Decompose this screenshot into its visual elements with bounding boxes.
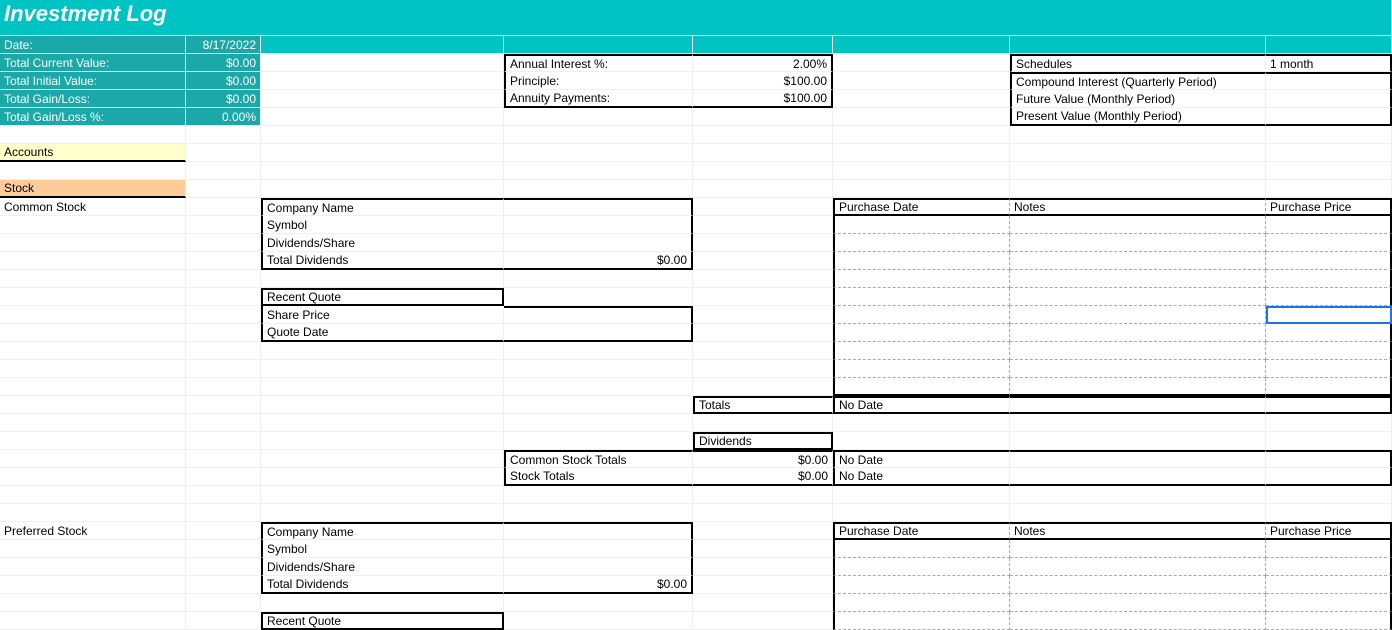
annual-interest-label: Annual Interest %: — [504, 54, 693, 72]
pref-totdiv-label: Total Dividends — [261, 576, 504, 594]
pref-notes-header: Notes — [1010, 522, 1266, 540]
preferred-stock-label[interactable]: Preferred Stock — [0, 522, 186, 540]
common-stock-label[interactable]: Common Stock — [0, 198, 186, 216]
pref-purchase-date-header: Purchase Date — [833, 522, 1010, 540]
summary-tgl-value[interactable]: $0.00 — [186, 90, 261, 108]
table-cell[interactable] — [833, 216, 1010, 234]
cs-no-date[interactable]: No Date — [833, 450, 1010, 468]
pref-recent-quote-header: Recent Quote — [261, 612, 504, 630]
principle-value[interactable]: $100.00 — [693, 72, 833, 90]
title: Investment Log — [0, 0, 1392, 36]
accounts-header[interactable]: Accounts — [0, 144, 186, 162]
symbol-value[interactable] — [504, 216, 693, 234]
totals-no-date[interactable]: No Date — [833, 396, 1010, 414]
total-dividends-label: Total Dividends — [261, 252, 504, 270]
company-name-value[interactable] — [504, 198, 693, 216]
pref-symbol-label: Symbol — [261, 540, 504, 558]
summary-tgl-label: Total Gain/Loss: — [0, 90, 186, 108]
purchase-price-header: Purchase Price — [1266, 198, 1392, 216]
stock-totals-value[interactable]: $0.00 — [693, 468, 833, 486]
selected-cell[interactable] — [1266, 306, 1392, 324]
totals-label: Totals — [693, 396, 833, 414]
summary-date-label: Date: — [0, 36, 186, 54]
company-name-label: Company Name — [261, 198, 504, 216]
spreadsheet-grid[interactable]: Investment Log Date: 8/17/2022 Total Cur… — [0, 0, 1392, 630]
purchase-date-header: Purchase Date — [833, 198, 1010, 216]
annual-interest-value[interactable]: 2.00% — [693, 54, 833, 72]
schedules-period[interactable]: 1 month — [1266, 54, 1392, 72]
summary-date-value[interactable]: 8/17/2022 — [186, 36, 261, 54]
stock-header[interactable]: Stock — [0, 180, 186, 198]
pref-purchase-price-header: Purchase Price — [1266, 522, 1392, 540]
symbol-label: Symbol — [261, 216, 504, 234]
principle-label: Principle: — [504, 72, 693, 90]
pref-totdiv-value[interactable]: $0.00 — [504, 576, 693, 594]
summary-tcv-value[interactable]: $0.00 — [186, 54, 261, 72]
summary-tglp-label: Total Gain/Loss %: — [0, 108, 186, 126]
summary-tglp-value[interactable]: 0.00% — [186, 108, 261, 126]
recent-quote-header: Recent Quote — [261, 288, 504, 306]
summary-tiv-label: Total Initial Value: — [0, 72, 186, 90]
annuity-label: Annuity Payments: — [504, 90, 693, 108]
dividends-share-label: Dividends/Share — [261, 234, 504, 252]
common-stock-totals-value[interactable]: $0.00 — [693, 450, 833, 468]
annuity-value[interactable]: $100.00 — [693, 90, 833, 108]
notes-header: Notes — [1010, 198, 1266, 216]
common-stock-totals-label: Common Stock Totals — [504, 450, 693, 468]
pref-company-label: Company Name — [261, 522, 504, 540]
summary-tiv-value[interactable]: $0.00 — [186, 72, 261, 90]
pref-divshare-label: Dividends/Share — [261, 558, 504, 576]
share-price-label: Share Price — [261, 306, 504, 324]
schedule-compound[interactable]: Compound Interest (Quarterly Period) — [1010, 72, 1266, 90]
st-no-date[interactable]: No Date — [833, 468, 1010, 486]
dividends-header: Dividends — [693, 432, 833, 450]
quote-date-label: Quote Date — [261, 324, 504, 342]
total-dividends-value[interactable]: $0.00 — [504, 252, 693, 270]
schedule-present[interactable]: Present Value (Monthly Period) — [1010, 108, 1266, 126]
stock-totals-label: Stock Totals — [504, 468, 693, 486]
schedules-header: Schedules — [1010, 54, 1266, 72]
schedule-future[interactable]: Future Value (Monthly Period) — [1010, 90, 1266, 108]
summary-tcv-label: Total Current Value: — [0, 54, 186, 72]
